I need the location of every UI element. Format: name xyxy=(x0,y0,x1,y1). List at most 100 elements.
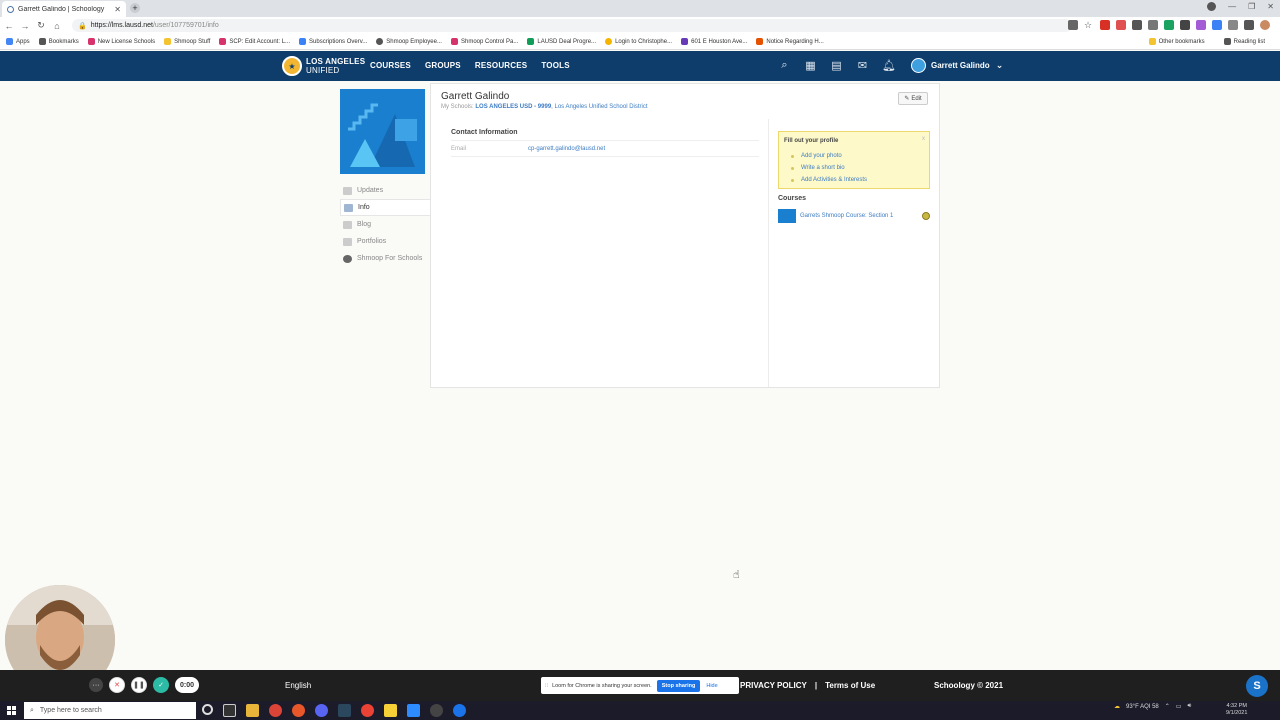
file-explorer-icon[interactable] xyxy=(246,704,259,717)
extension-icon[interactable] xyxy=(1164,20,1174,30)
district-link[interactable]: , Los Angeles Unified School District xyxy=(551,104,647,110)
record-icon[interactable] xyxy=(1207,2,1217,11)
privacy-policy-link[interactable]: PRIVACY POLICY xyxy=(740,681,807,690)
search-icon[interactable]: ⌕ xyxy=(778,59,791,72)
apps-grid-icon[interactable]: ▦ xyxy=(804,59,817,72)
schoology-s-icon[interactable]: S xyxy=(1246,675,1268,697)
tray-chevron-icon[interactable]: ⌃ xyxy=(1165,703,1170,710)
side-nav-shmoop[interactable]: Shmoop For Schools xyxy=(340,250,431,267)
maximize-icon[interactable]: ❐ xyxy=(1248,2,1255,11)
close-icon[interactable]: x xyxy=(922,136,925,142)
puzzle-icon[interactable] xyxy=(1244,20,1254,30)
star-icon[interactable]: ☆ xyxy=(1084,20,1094,30)
edit-button[interactable]: ✎ Edit xyxy=(898,92,928,105)
weather-text[interactable]: 93°F AQI 58 xyxy=(1126,704,1159,710)
portfolio-icon xyxy=(343,237,352,246)
bell-icon[interactable]: 🔔︎ xyxy=(882,59,896,72)
shmoop-icon xyxy=(87,38,95,45)
discord-icon[interactable] xyxy=(315,704,328,717)
add-photo-link[interactable]: Add your photo xyxy=(791,150,867,162)
hide-button[interactable]: Hide xyxy=(706,683,717,689)
avatar xyxy=(911,58,926,73)
app-icon[interactable] xyxy=(292,704,305,717)
reading-list[interactable]: Reading list xyxy=(1223,38,1265,45)
taskbar-clock[interactable]: 4:32 PM 9/1/2021 xyxy=(1226,703,1247,717)
bookmark-item[interactable]: New License Schools xyxy=(87,38,155,45)
extension-icon[interactable] xyxy=(1100,20,1110,30)
bookmark-item[interactable]: Apps xyxy=(6,38,30,45)
browser-tab[interactable]: Garrett Galindo | Schoology ✕ xyxy=(2,1,126,17)
cortana-icon[interactable] xyxy=(202,704,213,715)
bookmark-item[interactable]: Shmoop Employee... xyxy=(376,38,442,45)
bookmark-item[interactable]: Bookmarks xyxy=(38,38,79,45)
new-tab-button[interactable]: + xyxy=(130,3,140,13)
minimize-icon[interactable]: — xyxy=(1228,2,1236,11)
profile-picture[interactable] xyxy=(340,89,425,174)
reload-icon[interactable]: ↻ xyxy=(34,20,48,31)
extension-icon[interactable] xyxy=(1132,20,1142,30)
taskbar-search-input[interactable]: ⌕ Type here to search xyxy=(24,702,196,719)
calendar-icon[interactable]: ▤ xyxy=(830,59,843,72)
bookmark-item[interactable]: Notice Regarding H... xyxy=(756,38,824,45)
finish-recording-icon[interactable]: ✓ xyxy=(153,677,169,693)
bookmark-item[interactable]: Subscriptions Overv... xyxy=(299,38,367,45)
pause-icon[interactable]: ❚❚ xyxy=(131,677,147,693)
extension-icon[interactable] xyxy=(1212,20,1222,30)
network-icon[interactable]: ▭ xyxy=(1176,703,1182,710)
extension-icon[interactable] xyxy=(1196,20,1206,30)
side-nav-blog[interactable]: Blog xyxy=(340,216,431,233)
profile-avatar-icon[interactable] xyxy=(1260,20,1270,30)
steam-icon[interactable] xyxy=(338,704,351,717)
extension-icon[interactable] xyxy=(1228,20,1238,30)
chrome-icon[interactable] xyxy=(269,704,282,717)
school-link[interactable]: LOS ANGELES USD - 9999 xyxy=(475,104,551,110)
app-icon[interactable] xyxy=(430,704,443,717)
windows-start-icon[interactable] xyxy=(7,706,16,715)
home-icon[interactable]: ⌂ xyxy=(50,21,64,31)
windows-taskbar: ⌕ Type here to search ☁ 93°F AQI 58 ⌃ ▭ … xyxy=(0,701,1280,720)
nav-tools[interactable]: TOOLS xyxy=(541,61,569,70)
language-selector[interactable]: English xyxy=(285,681,311,690)
app-icon[interactable] xyxy=(453,704,466,717)
sticky-notes-icon[interactable] xyxy=(384,704,397,717)
drag-handle-icon[interactable]: ⁞⁞ xyxy=(545,683,548,689)
nav-groups[interactable]: GROUPS xyxy=(425,61,461,70)
back-icon[interactable]: ← xyxy=(2,21,16,31)
url-path: /user/107759701/info xyxy=(152,22,219,29)
bookmark-item[interactable]: Login to Christophe... xyxy=(605,38,672,45)
user-menu[interactable]: Garrett Galindo ⌄ xyxy=(911,58,1003,73)
terms-link[interactable]: Terms of Use xyxy=(825,681,875,690)
more-options-icon[interactable]: ··· xyxy=(89,678,103,692)
extension-icon[interactable] xyxy=(1116,20,1126,30)
camera-icon[interactable] xyxy=(1068,20,1078,30)
side-nav-portfolios[interactable]: Portfolios xyxy=(340,233,431,250)
bookmark-item[interactable]: Shmoop Control Pa... xyxy=(450,38,518,45)
lausd-logo[interactable]: ★ LOS ANGELES UNIFIED xyxy=(282,56,365,76)
stop-sharing-button[interactable]: Stop sharing xyxy=(656,679,701,692)
volume-icon[interactable]: 🔊︎ xyxy=(1187,703,1191,710)
write-bio-link[interactable]: Write a short bio xyxy=(791,162,867,174)
task-view-icon[interactable] xyxy=(223,704,236,717)
forward-icon[interactable]: → xyxy=(18,21,32,31)
bookmark-item[interactable]: SCP: Edit Account: L... xyxy=(219,38,290,45)
bookmark-item[interactable]: Shmoop Stuff xyxy=(164,38,210,45)
bookmark-item[interactable]: 601 E Houston Ave... xyxy=(681,38,747,45)
email-link[interactable]: cp-garrett.galindo@lausd.net xyxy=(528,146,605,152)
add-activities-link[interactable]: Add Activities & Interests xyxy=(791,174,867,186)
bookmark-other[interactable]: Other bookmarks xyxy=(1148,38,1205,45)
close-window-icon[interactable]: ✕ xyxy=(1267,2,1274,11)
extension-icon[interactable] xyxy=(1148,20,1158,30)
chrome-canary-icon[interactable] xyxy=(361,704,374,717)
extension-icon[interactable] xyxy=(1180,20,1190,30)
side-nav-updates[interactable]: Updates xyxy=(340,182,431,199)
side-nav-info[interactable]: Info xyxy=(340,199,431,216)
address-bar[interactable]: 🔒 https://lms.lausd.net /user/107759701/… xyxy=(72,19,1072,32)
cancel-recording-icon[interactable]: ✕ xyxy=(109,677,125,693)
bookmark-item[interactable]: LAUSD Deal Progre... xyxy=(527,38,596,45)
nav-resources[interactable]: RESOURCES xyxy=(475,61,527,70)
course-item[interactable]: Garrets Shmoop Course: Section 1 xyxy=(778,208,930,224)
nav-courses[interactable]: COURSES xyxy=(370,61,411,70)
zoom-icon[interactable] xyxy=(407,704,420,717)
close-tab-icon[interactable]: ✕ xyxy=(114,5,121,14)
mail-icon[interactable]: ✉ xyxy=(856,59,869,72)
